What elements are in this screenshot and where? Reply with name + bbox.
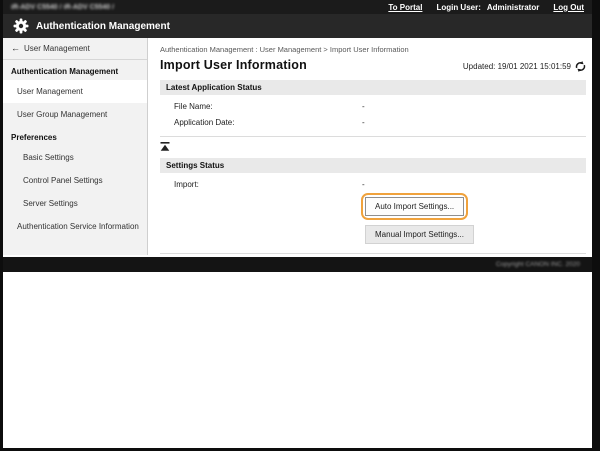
sidebar-section-preferences: Preferences (3, 126, 147, 146)
section-latest-application-status: Latest Application Status (160, 80, 586, 95)
refresh-icon[interactable] (575, 61, 586, 72)
log-out-link[interactable]: Log Out (553, 3, 584, 12)
main-content: Authentication Management : User Managem… (148, 38, 592, 255)
gear-icon (13, 18, 29, 34)
login-user-label: Login User: (436, 3, 480, 12)
import-label: Import: (160, 180, 362, 189)
title-row: Import User Information Updated: 19/01 2… (160, 58, 586, 72)
app-title: Authentication Management (36, 21, 170, 32)
top-links: To Portal Login User: Administrator Log … (388, 3, 584, 12)
page: iR-ADV C5540 / iR-ADV C5540 / To Portal … (3, 0, 592, 448)
updated-timestamp: Updated: 19/01 2021 15:01:59 (463, 62, 571, 71)
screen: iR-ADV C5540 / iR-ADV C5540 / To Portal … (0, 0, 600, 451)
login-user-value: Administrator (487, 3, 539, 12)
file-name-label: File Name: (160, 102, 362, 111)
application-date-label: Application Date: (160, 118, 362, 127)
body: ← User Management Authentication Managem… (3, 38, 592, 255)
divider (160, 253, 586, 254)
file-name-value: - (362, 102, 586, 111)
section-settings-status: Settings Status (160, 158, 586, 173)
login-user: Login User: Administrator (436, 3, 539, 12)
back-to-top-icon[interactable] (160, 142, 170, 151)
device-name: iR-ADV C5540 / iR-ADV C5540 / (11, 4, 114, 11)
divider (160, 136, 586, 137)
application-date-value: - (362, 118, 586, 127)
auto-import-settings-button[interactable]: Auto Import Settings... (365, 197, 464, 216)
sidebar-back-user-management[interactable]: ← User Management (3, 38, 147, 60)
page-title: Import User Information (160, 58, 307, 72)
left-arrow-icon: ← (11, 43, 20, 53)
top-chrome-bar: iR-ADV C5540 / iR-ADV C5540 / To Portal … (3, 0, 592, 14)
row-file-name: File Name: - (160, 102, 586, 111)
sidebar-item-basic-settings[interactable]: Basic Settings (3, 146, 147, 169)
updated-area: Updated: 19/01 2021 15:01:59 (463, 61, 586, 72)
to-portal-link[interactable]: To Portal (388, 3, 422, 12)
copyright-text: Copyright CANON INC. 2020 (496, 261, 580, 268)
sidebar: ← User Management Authentication Managem… (3, 38, 148, 255)
sidebar-item-user-management[interactable]: User Management (3, 80, 147, 103)
breadcrumb[interactable]: Authentication Management : User Managem… (160, 45, 586, 54)
import-value: - (362, 180, 586, 189)
empty-area (3, 272, 592, 448)
sidebar-item-control-panel-settings[interactable]: Control Panel Settings (3, 169, 147, 192)
manual-import-settings-button[interactable]: Manual Import Settings... (365, 225, 474, 244)
sidebar-item-server-settings[interactable]: Server Settings (3, 192, 147, 215)
sidebar-section-authentication-management: Authentication Management (3, 60, 147, 80)
import-buttons: Auto Import Settings... Manual Import Se… (365, 193, 586, 244)
highlight-ring: Auto Import Settings... (361, 193, 468, 220)
sidebar-item-authentication-service-information[interactable]: Authentication Service Information (3, 215, 147, 238)
app-header-bar: Authentication Management (3, 14, 592, 38)
sidebar-back-label: User Management (24, 44, 90, 53)
row-import: Import: - (160, 180, 586, 189)
row-application-date: Application Date: - (160, 118, 586, 127)
sidebar-item-user-group-management[interactable]: User Group Management (3, 103, 147, 126)
footer-bar: Copyright CANON INC. 2020 (3, 257, 592, 272)
